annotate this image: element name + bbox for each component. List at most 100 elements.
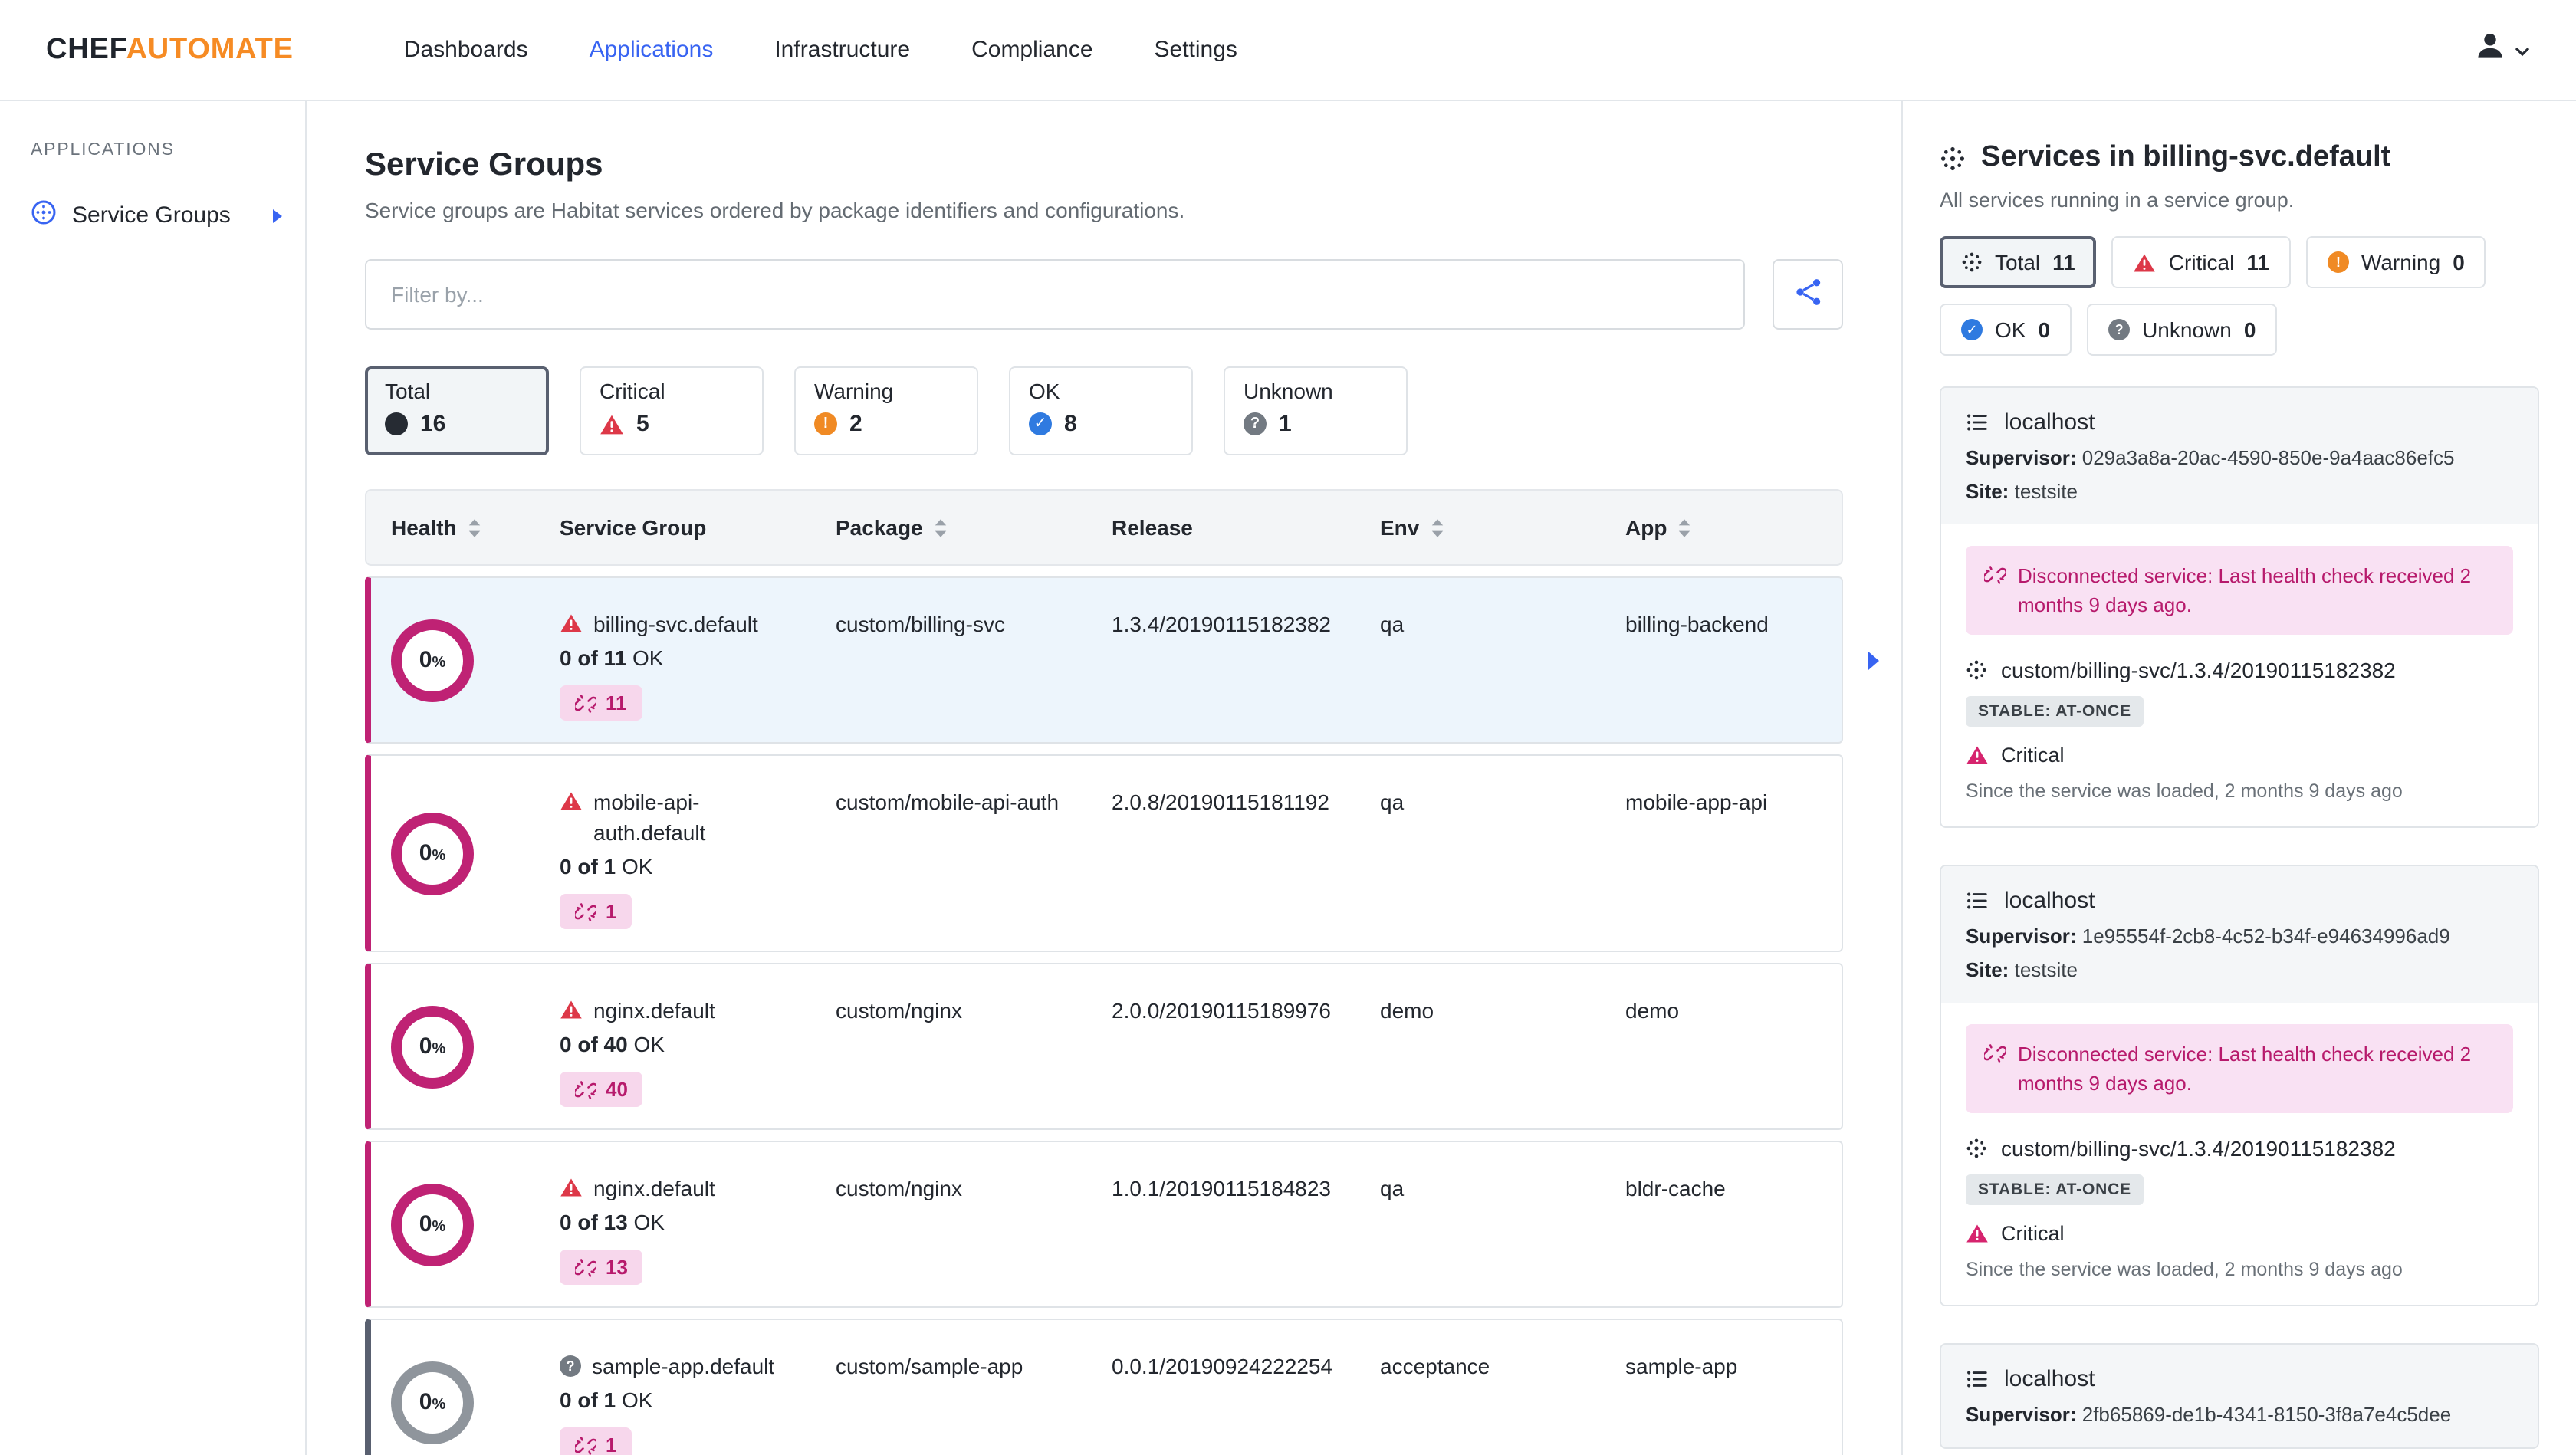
chip-ok[interactable]: ✓ OK 0 bbox=[1940, 304, 2072, 356]
app-cell: demo bbox=[1625, 998, 1680, 1023]
env-cell: qa bbox=[1380, 1176, 1405, 1200]
column-header-env[interactable]: Env bbox=[1380, 515, 1625, 540]
page: CHEFAUTOMATE Dashboards Applications Inf… bbox=[0, 0, 2576, 1455]
critical-triangle-icon bbox=[1967, 746, 1988, 764]
column-header-app[interactable]: App bbox=[1625, 515, 1835, 540]
unlink-icon bbox=[575, 1080, 596, 1099]
table-row[interactable]: 0% billing-svc.default 0 of 11 OK 11 cus… bbox=[365, 576, 1879, 744]
unknown-circle-icon: ? bbox=[1244, 412, 1267, 435]
page-title: Service Groups bbox=[365, 147, 603, 182]
chip-critical[interactable]: Critical 11 bbox=[2111, 236, 2291, 288]
critical-triangle-icon bbox=[600, 414, 623, 434]
critical-triangle-icon bbox=[1967, 1224, 1988, 1243]
column-header-service-group[interactable]: Service Group bbox=[560, 515, 836, 540]
package-cell: custom/billing-svc bbox=[836, 612, 1005, 636]
panel-title: Services in billing-svc.default bbox=[1940, 141, 2539, 175]
site-line: Site: testsite bbox=[1966, 480, 2078, 503]
app-cell: bldr-cache bbox=[1625, 1176, 1726, 1200]
site-line: Site: testsite bbox=[1966, 958, 2078, 981]
release-cell: 1.3.4/20190115182382 bbox=[1112, 612, 1331, 636]
share-icon bbox=[1793, 278, 1822, 311]
service-card-body: Disconnected service: Last health check … bbox=[1941, 1003, 2538, 1305]
service-group-name: sample-app.default bbox=[592, 1354, 775, 1378]
service-card-header: localhost Supervisor: 1e95554f-2cb8-4c52… bbox=[1941, 866, 2538, 1003]
selected-row-arrow-icon bbox=[1866, 649, 1881, 671]
filter-card-ok[interactable]: OK ✓ 8 bbox=[1009, 366, 1193, 455]
app-cell: billing-backend bbox=[1625, 612, 1769, 636]
chef-automate-logo[interactable]: CHEFAUTOMATE bbox=[46, 33, 294, 67]
ok-count: 0 of 40 OK bbox=[560, 1032, 665, 1056]
sidebar-item-label: Service Groups bbox=[72, 202, 231, 228]
package-cell: custom/mobile-api-auth bbox=[836, 790, 1060, 814]
unlink-icon bbox=[575, 902, 596, 921]
service-card-body: Disconnected service: Last health check … bbox=[1941, 524, 2538, 826]
chip-warning[interactable]: ! Warning 0 bbox=[2305, 236, 2486, 288]
nav-item-dashboards[interactable]: Dashboards bbox=[404, 37, 528, 63]
total-circle-icon bbox=[385, 412, 408, 435]
sort-icon bbox=[1431, 518, 1443, 537]
nav-item-infrastructure[interactable]: Infrastructure bbox=[774, 37, 910, 63]
services-star-icon bbox=[1962, 252, 1982, 272]
main-content: Service Groups Service groups are Habita… bbox=[307, 101, 1901, 1455]
disconnected-alert: Disconnected service: Last health check … bbox=[1966, 546, 2513, 635]
sidebar: APPLICATIONS Service Groups bbox=[0, 101, 307, 1455]
release-cell: 0.0.1/20190924222254 bbox=[1112, 1354, 1333, 1378]
env-cell: qa bbox=[1380, 790, 1405, 814]
package-cell: custom/nginx bbox=[836, 1176, 962, 1200]
table-row[interactable]: 0% nginx.default 0 of 13 OK 13 custom/ng… bbox=[365, 1141, 1843, 1308]
sidebar-item-service-groups[interactable]: Service Groups bbox=[0, 187, 305, 244]
service-card-header: localhost Supervisor: 2fb65869-de1b-4341… bbox=[1941, 1345, 2538, 1447]
ok-count: 0 of 1 OK bbox=[560, 854, 653, 879]
channel-badge: STABLE: AT-ONCE bbox=[1966, 1174, 2144, 1205]
service-filter-chips: Total 11 Critical 11 ! Warning 0 ✓ OK 0 ? Un… bbox=[1940, 236, 2510, 356]
filter-card-warning[interactable]: Warning ! 2 bbox=[794, 366, 978, 455]
filter-input[interactable] bbox=[365, 259, 1745, 330]
since-loaded-text: Since the service was loaded, 2 months 9… bbox=[1966, 780, 2403, 802]
nav-item-applications[interactable]: Applications bbox=[590, 37, 714, 63]
sort-icon bbox=[935, 518, 946, 537]
ok-count: 0 of 13 OK bbox=[560, 1210, 665, 1234]
share-button[interactable] bbox=[1773, 259, 1843, 330]
table-row[interactable]: 0% mobile-api-auth.default 0 of 1 OK 1 c… bbox=[365, 754, 1843, 952]
table-row[interactable]: 0% nginx.default 0 of 40 OK 40 custom/ng… bbox=[365, 963, 1843, 1130]
ok-count: 0 of 1 OK bbox=[560, 1388, 653, 1412]
health-donut: 0% bbox=[391, 1005, 474, 1088]
service-card[interactable]: localhost Supervisor: 2fb65869-de1b-4341… bbox=[1940, 1343, 2539, 1449]
health-donut: 0% bbox=[391, 1361, 474, 1444]
service-group-name: mobile-api-auth.default bbox=[593, 790, 706, 845]
ok-circle-icon: ✓ bbox=[1029, 412, 1052, 435]
unknown-circle-icon: ? bbox=[2108, 319, 2131, 340]
service-group-name: billing-svc.default bbox=[593, 612, 758, 636]
filter-card-critical[interactable]: Critical 5 bbox=[580, 366, 764, 455]
service-status: Critical bbox=[1966, 1222, 2513, 1245]
warning-circle-icon: ! bbox=[2327, 251, 2349, 273]
table-row[interactable]: 0% ? sample-app.default 0 of 1 OK 1 custo… bbox=[365, 1319, 1843, 1455]
filter-card-unknown[interactable]: Unknown ? 1 bbox=[1224, 366, 1408, 455]
supervisor-line: Supervisor: 029a3a8a-20ac-4590-850e-9a4a… bbox=[1966, 446, 2455, 469]
service-card[interactable]: localhost Supervisor: 1e95554f-2cb8-4c52… bbox=[1940, 865, 2539, 1306]
column-header-health[interactable]: Health bbox=[391, 515, 560, 540]
column-header-release[interactable]: Release bbox=[1112, 515, 1380, 540]
services-star-icon bbox=[1967, 660, 1986, 680]
channel-badge: STABLE: AT-ONCE bbox=[1966, 696, 2144, 727]
warning-circle-icon: ! bbox=[814, 412, 837, 435]
host-name: localhost bbox=[2004, 1366, 2095, 1392]
sidebar-heading: APPLICATIONS bbox=[31, 141, 175, 159]
unlink-icon bbox=[575, 694, 596, 712]
env-cell: demo bbox=[1380, 998, 1434, 1023]
chevron-right-icon bbox=[271, 208, 284, 223]
critical-triangle-icon bbox=[560, 1178, 582, 1197]
list-icon bbox=[1967, 1371, 1987, 1388]
user-menu-button[interactable] bbox=[2473, 29, 2530, 71]
nav-item-settings[interactable]: Settings bbox=[1155, 37, 1237, 63]
nav-item-compliance[interactable]: Compliance bbox=[971, 37, 1092, 63]
chip-total[interactable]: Total 11 bbox=[1940, 236, 2097, 288]
chip-unknown[interactable]: ? Unknown 0 bbox=[2087, 304, 2278, 356]
service-card[interactable]: localhost Supervisor: 029a3a8a-20ac-4590… bbox=[1940, 386, 2539, 828]
disconnected-count-badge: 13 bbox=[560, 1250, 643, 1285]
filter-card-total[interactable]: Total 16 bbox=[365, 366, 549, 455]
status-filter-cards: Total 16 Critical 5 Warning ! 2 OK ✓ 8 Unk… bbox=[365, 366, 1843, 455]
ok-circle-icon: ✓ bbox=[1961, 319, 1983, 340]
column-header-package[interactable]: Package bbox=[836, 515, 1112, 540]
top-nav: CHEFAUTOMATE Dashboards Applications Inf… bbox=[0, 0, 2576, 101]
